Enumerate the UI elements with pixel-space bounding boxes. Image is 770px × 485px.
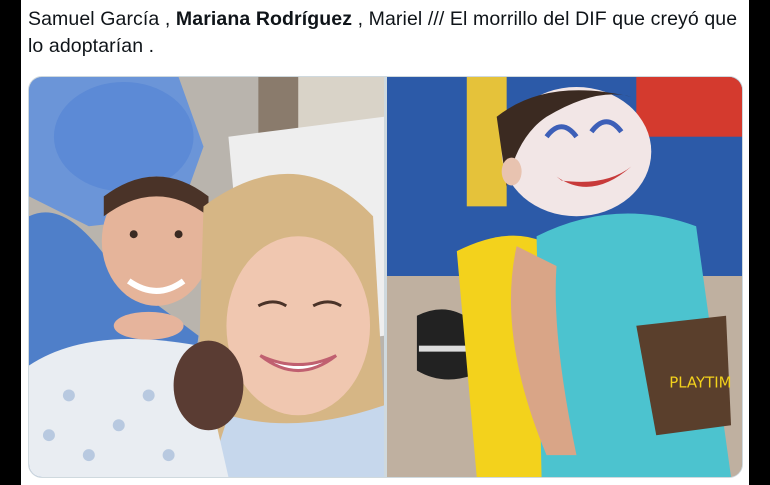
family-photo-icon <box>29 77 384 477</box>
name-samuel: Samuel García <box>28 8 160 30</box>
photo-child[interactable]: PLAYTIM <box>387 77 742 477</box>
photo-family[interactable] <box>29 77 384 477</box>
name-mariana: Mariana Rodríguez <box>175 8 353 30</box>
separator: , <box>352 8 369 30</box>
left-frame-border <box>0 0 21 485</box>
media-grid: PLAYTIM <box>28 76 743 478</box>
right-frame-border <box>749 0 770 485</box>
separator: , <box>159 8 176 30</box>
child-photo-icon: PLAYTIM <box>387 77 742 477</box>
name-mariel: Mariel <box>368 8 423 30</box>
tweet-text: Samuel García , Mariana Rodríguez , Mari… <box>28 6 743 60</box>
shirt-print: PLAYTIM <box>669 373 731 391</box>
